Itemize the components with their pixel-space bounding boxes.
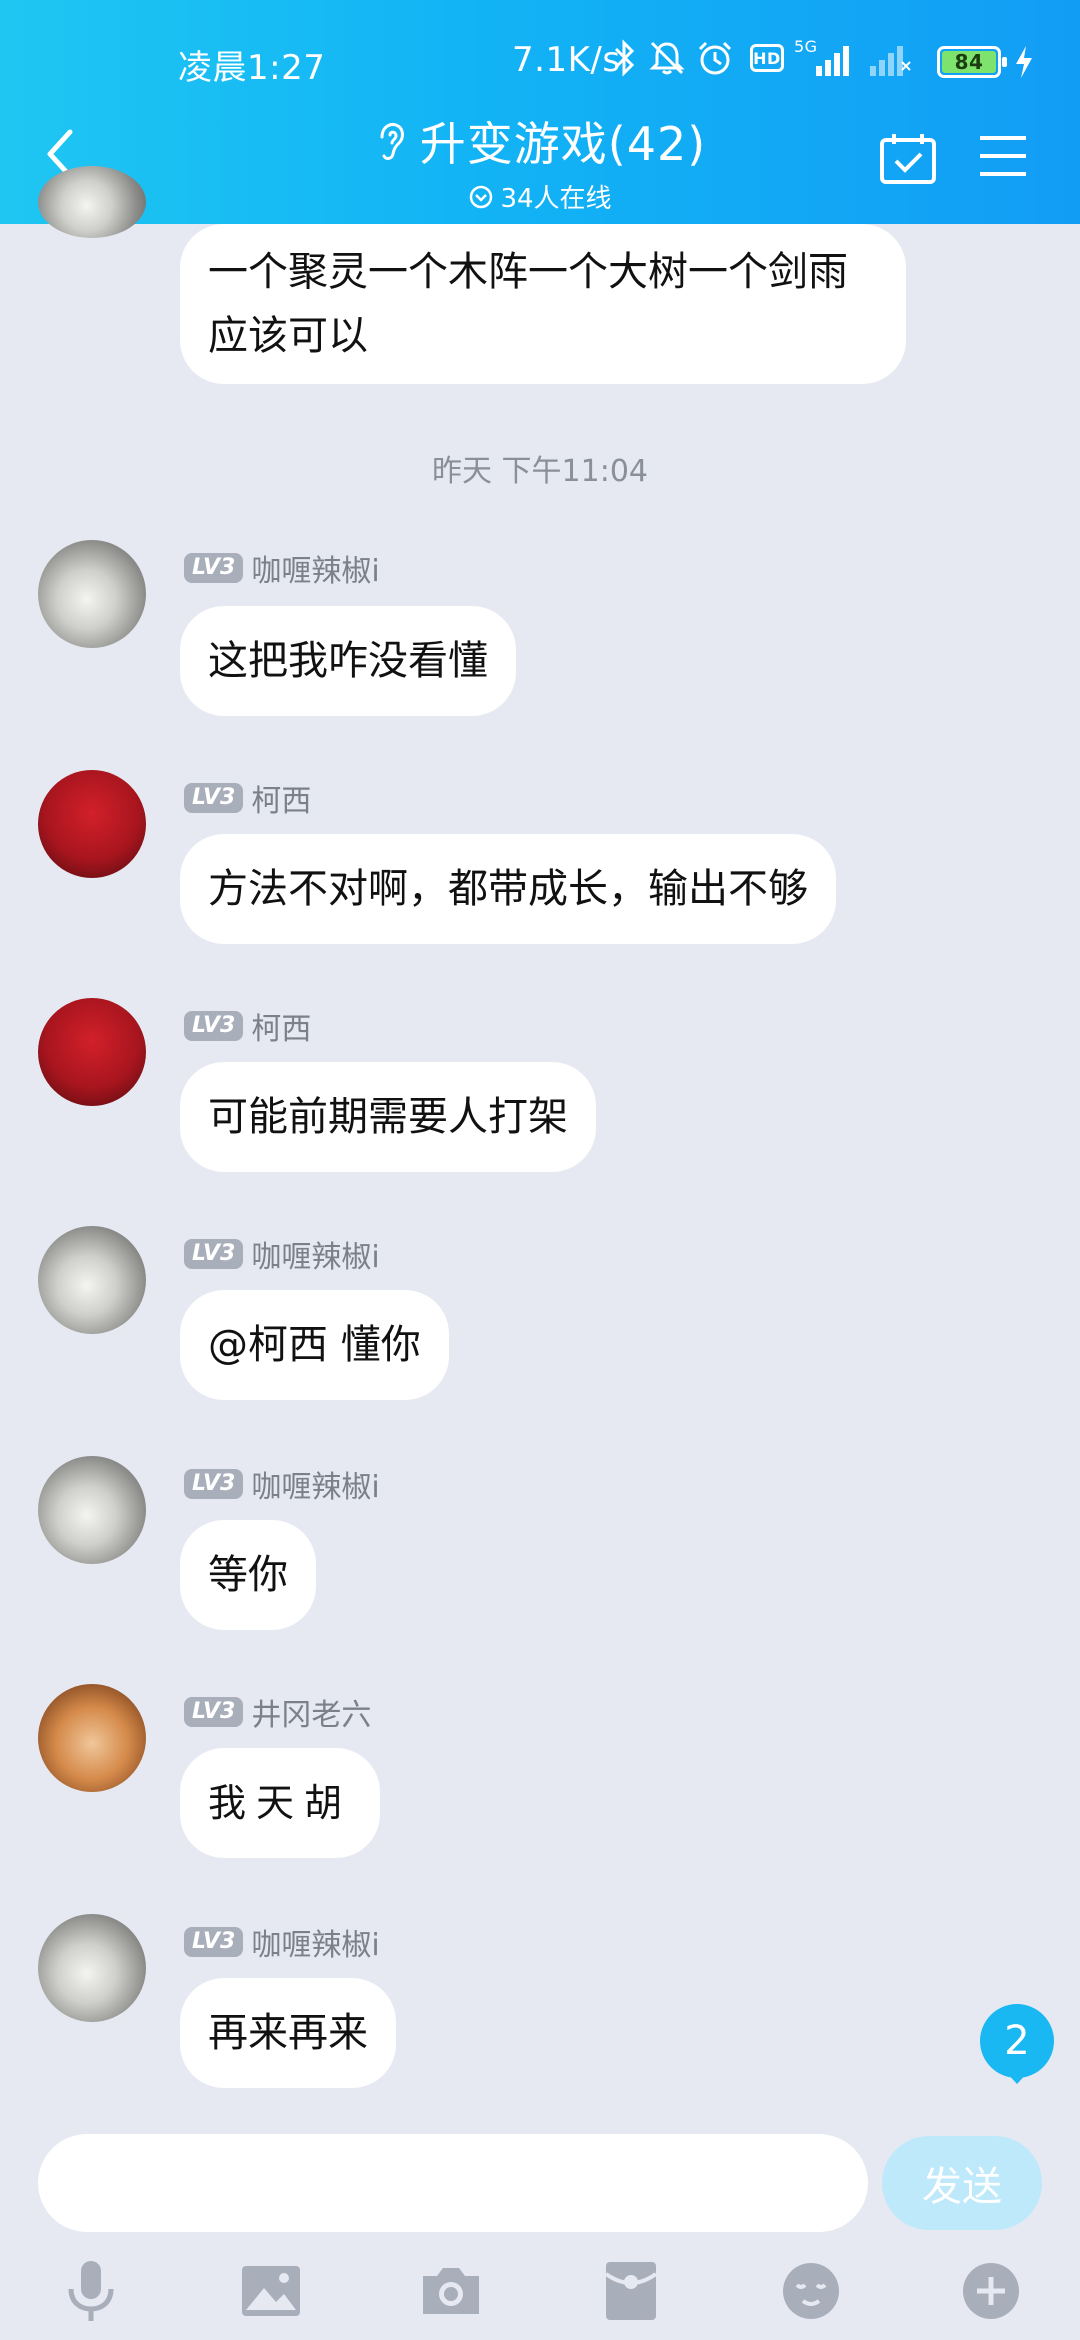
message-bubble[interactable]: @柯西 懂你 — [180, 1290, 449, 1400]
unread-badge-tail — [1006, 2072, 1028, 2084]
timestamp: 昨天 下午11:04 — [432, 454, 648, 489]
level-badge: LV3 — [184, 1469, 244, 1499]
sender-name[interactable]: 咖喱辣椒i — [251, 1462, 379, 1506]
network-speed: 7.1K/s — [512, 40, 621, 80]
message-bubble[interactable]: 我天胡 — [180, 1748, 381, 1858]
avatar[interactable] — [38, 1456, 146, 1564]
avatar[interactable] — [38, 166, 146, 238]
avatar[interactable] — [38, 1684, 146, 1792]
sender-name[interactable]: 井冈老六 — [251, 1690, 371, 1734]
signal-icon: 5G — [794, 38, 849, 76]
avatar[interactable] — [38, 1226, 146, 1334]
chat-header: 凌晨1:27 7.1K/s HD 5G 84 升变游戏(42) 34人在线 — [0, 0, 1080, 224]
network-type-label: 5G — [794, 38, 818, 56]
alarm-icon — [698, 41, 732, 75]
online-chevron-icon — [470, 185, 493, 208]
sender-row: LV3 柯西 — [184, 776, 311, 820]
avatar[interactable] — [38, 998, 146, 1106]
mute-icon — [649, 41, 685, 75]
sender-row: LV3 咖喱辣椒i — [184, 1920, 380, 1964]
level-badge: LV3 — [184, 1927, 244, 1957]
message-bubble[interactable]: 方法不对啊，都带成长，输出不够 — [180, 834, 836, 944]
status-bar: 凌晨1:27 7.1K/s HD 5G 84 — [0, 0, 1080, 118]
message-bubble[interactable]: 这把我咋没看懂 — [180, 606, 516, 716]
camera-icon[interactable] — [418, 2258, 484, 2324]
sender-name[interactable]: 柯西 — [251, 1004, 311, 1048]
red-packet-icon[interactable] — [598, 2258, 664, 2324]
avatar[interactable] — [38, 540, 146, 648]
battery-level: 84 — [942, 50, 996, 74]
status-time: 凌晨1:27 — [178, 48, 326, 88]
level-badge: LV3 — [184, 1011, 244, 1041]
message-bubble[interactable]: 再来再来 — [180, 1978, 396, 2088]
avatar[interactable] — [38, 770, 146, 878]
status-icons: HD 5G — [612, 38, 912, 78]
avatar[interactable] — [38, 1914, 146, 2022]
sender-row: LV3 咖喱辣椒i — [184, 1462, 380, 1506]
sender-name[interactable]: 咖喱辣椒i — [251, 546, 379, 590]
signal-weak-icon — [870, 46, 911, 76]
level-badge: LV3 — [184, 783, 244, 813]
bluetooth-icon — [614, 39, 635, 77]
calendar-check-icon[interactable] — [878, 130, 938, 186]
page-title: 升变游戏(42) — [419, 117, 707, 171]
sender-row: LV3 咖喱辣椒i — [184, 1232, 380, 1276]
level-badge: LV3 — [184, 553, 244, 583]
message-bubble[interactable]: 等你 — [180, 1520, 316, 1630]
online-count: 34人在线 — [500, 184, 612, 214]
level-badge: LV3 — [184, 1239, 244, 1269]
sender-name[interactable]: 咖喱辣椒i — [251, 1232, 379, 1276]
message-input[interactable] — [38, 2134, 868, 2232]
message-list[interactable]: 一个聚灵一个木阵一个大树一个剑雨 应该可以 昨天 下午11:04 LV3 咖喱辣… — [0, 166, 1080, 2124]
message-bubble[interactable]: 一个聚灵一个木阵一个大树一个剑雨 应该可以 — [180, 224, 906, 384]
ear-icon — [380, 123, 404, 160]
battery-icon: 84 — [937, 46, 1007, 78]
sender-name[interactable]: 柯西 — [251, 776, 311, 820]
hd-icon: HD — [750, 44, 784, 72]
plus-icon[interactable] — [958, 2258, 1024, 2324]
sender-row: LV3 咖喱辣椒i — [184, 546, 380, 590]
sender-row: LV3 井冈老六 — [184, 1690, 371, 1734]
sender-name[interactable]: 咖喱辣椒i — [251, 1920, 379, 1964]
microphone-icon[interactable] — [58, 2258, 124, 2324]
menu-icon[interactable] — [978, 134, 1028, 178]
message-bubble[interactable]: 可能前期需要人打架 — [180, 1062, 596, 1172]
sender-row: LV3 柯西 — [184, 1004, 311, 1048]
unread-count-badge[interactable]: 2 — [980, 2004, 1054, 2078]
charging-icon — [1016, 46, 1032, 78]
emoji-icon[interactable] — [778, 2258, 844, 2324]
input-toolbar — [0, 2240, 1080, 2340]
send-button[interactable]: 发送 — [882, 2136, 1042, 2230]
level-badge: LV3 — [184, 1697, 244, 1727]
image-icon[interactable] — [238, 2258, 304, 2324]
